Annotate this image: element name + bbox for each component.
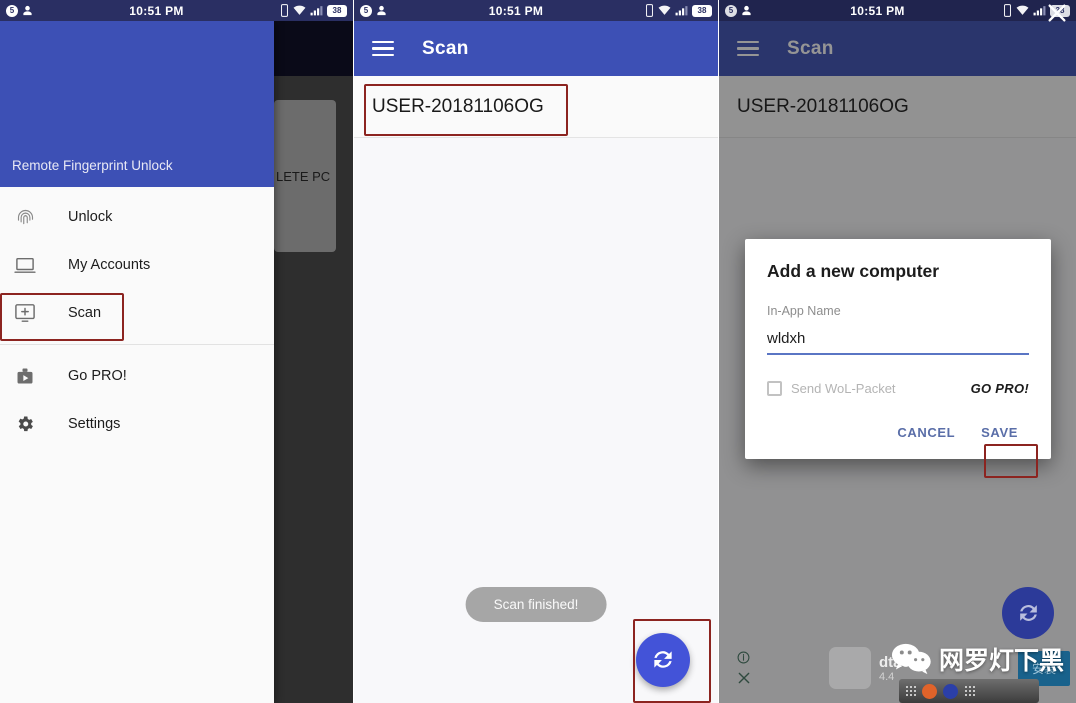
navigation-drawer: Remote Fingerprint Unlock Unlock My Acco… xyxy=(0,21,274,703)
wechat-watermark: 网罗灯下黑 xyxy=(890,641,1064,677)
refresh-fab[interactable] xyxy=(1002,587,1054,639)
sidebar-item-settings[interactable]: Settings xyxy=(0,400,274,448)
person-icon xyxy=(377,5,386,16)
screenshot-panel-3: 5 10:51 PM 38 Scan USER-20181106OG xyxy=(718,0,1076,703)
vibrate-icon xyxy=(1004,4,1011,17)
sidebar-item-label: Unlock xyxy=(68,209,113,225)
wifi-icon xyxy=(1016,5,1029,15)
more-icon[interactable] xyxy=(964,684,975,698)
status-bar-right-icons: 38 xyxy=(280,4,347,17)
refresh-icon xyxy=(1019,604,1037,621)
sidebar-item-go-pro[interactable]: Go PRO! xyxy=(0,352,274,400)
drawer-item-list: Unlock My Accounts Scan Go PRO! Settings xyxy=(0,187,274,448)
wifi-icon xyxy=(658,5,671,15)
go-pro-badge[interactable]: GO PRO! xyxy=(971,381,1029,396)
save-button[interactable]: SAVE xyxy=(970,416,1029,449)
sidebar-item-label: Scan xyxy=(68,305,102,321)
drawer-divider xyxy=(0,344,274,345)
person-icon xyxy=(742,5,751,16)
floating-toolbar[interactable] xyxy=(899,679,1039,703)
sogou-icon[interactable] xyxy=(922,683,937,699)
status-bar-clock: 10:51 PM xyxy=(850,3,905,18)
briefcase-play-icon xyxy=(12,366,38,386)
app-bar: Scan xyxy=(354,21,718,76)
send-wol-packet-option[interactable]: Send WoL-Packet xyxy=(767,381,896,396)
status-bar: 5 10:51 PM 38 xyxy=(719,0,1076,21)
screenshot-panel-1: 5 10:51 PM 38 LETE PC Remote Fingerprint… xyxy=(0,0,353,703)
send-wol-packet-label: Send WoL-Packet xyxy=(791,381,896,396)
refresh-icon xyxy=(654,651,672,668)
close-icon[interactable] xyxy=(1046,2,1068,29)
dialog-title: Add a new computer xyxy=(767,261,940,281)
sidebar-item-label: My Accounts xyxy=(68,257,151,273)
add-screen-icon xyxy=(12,303,38,323)
status-bar-left-icons: 5 xyxy=(725,4,752,17)
cancel-button[interactable]: CANCEL xyxy=(886,416,966,449)
status-bar-clock: 10:51 PM xyxy=(488,3,544,18)
drawer-app-title: Remote Fingerprint Unlock xyxy=(12,158,173,173)
background-delete-pc-card: LETE PC xyxy=(274,100,336,252)
toast-scan-finished: Scan finished! xyxy=(465,587,607,622)
status-bar-left-icons: 5 xyxy=(6,4,33,17)
notification-count-badge: 5 xyxy=(725,4,737,17)
status-bar-right-icons: 38 xyxy=(645,4,712,17)
status-bar: 5 10:51 PM 38 xyxy=(354,0,718,21)
scan-result-label: USER-20181106OG xyxy=(372,95,544,117)
status-bar-clock: 10:51 PM xyxy=(129,3,184,18)
signal-icon xyxy=(1033,6,1046,16)
battery-icon: 38 xyxy=(327,4,347,17)
gear-icon xyxy=(12,414,38,434)
drawer-header: Remote Fingerprint Unlock xyxy=(0,21,274,187)
sidebar-item-label: Settings xyxy=(68,416,121,432)
in-app-name-input[interactable]: wldxh xyxy=(767,330,1029,355)
scan-result-row[interactable]: USER-20181106OG xyxy=(354,76,718,138)
dialog-options-row: Send WoL-Packet GO PRO! xyxy=(767,381,1029,396)
notification-count-badge: 5 xyxy=(360,4,372,17)
help-icon[interactable] xyxy=(943,683,958,699)
person-icon xyxy=(23,5,32,16)
status-bar: 5 10:51 PM 38 xyxy=(0,0,353,21)
sidebar-item-scan[interactable]: Scan xyxy=(0,289,274,337)
signal-icon xyxy=(675,6,688,16)
wechat-icon xyxy=(891,643,931,675)
add-computer-dialog: Add a new computer In-App Name wldxh Sen… xyxy=(745,239,1051,459)
ad-overlay-controls[interactable] xyxy=(737,651,751,689)
battery-icon: 38 xyxy=(692,4,712,17)
sidebar-item-my-accounts[interactable]: My Accounts xyxy=(0,241,274,289)
page-title: Scan xyxy=(422,37,469,59)
three-screenshot-strip: 5 10:51 PM 38 LETE PC Remote Fingerprint… xyxy=(0,0,1076,703)
signal-icon xyxy=(310,6,323,16)
close-small-icon[interactable] xyxy=(737,671,751,689)
screenshot-panel-2: 5 10:51 PM 38 Scan USER-20181106OG Scan … xyxy=(353,0,718,703)
hamburger-icon[interactable] xyxy=(372,40,394,57)
status-bar-left-icons: 5 xyxy=(360,4,387,17)
wifi-icon xyxy=(293,5,306,15)
watermark-text: 网罗灯下黑 xyxy=(938,646,1064,675)
sidebar-item-unlock[interactable]: Unlock xyxy=(0,193,274,241)
fingerprint-icon xyxy=(12,207,38,228)
refresh-fab[interactable] xyxy=(636,633,690,687)
dialog-actions: CANCEL SAVE xyxy=(767,416,1029,449)
sidebar-item-label: Go PRO! xyxy=(68,368,127,384)
laptop-icon xyxy=(12,256,38,274)
info-icon[interactable] xyxy=(737,651,750,664)
in-app-name-label: In-App Name xyxy=(767,304,841,318)
drag-handle-icon[interactable] xyxy=(905,684,916,698)
ad-app-icon xyxy=(829,647,871,689)
notification-count-badge: 5 xyxy=(6,4,18,17)
vibrate-icon xyxy=(646,4,653,17)
checkbox-icon[interactable] xyxy=(767,381,782,396)
vibrate-icon xyxy=(281,4,288,17)
